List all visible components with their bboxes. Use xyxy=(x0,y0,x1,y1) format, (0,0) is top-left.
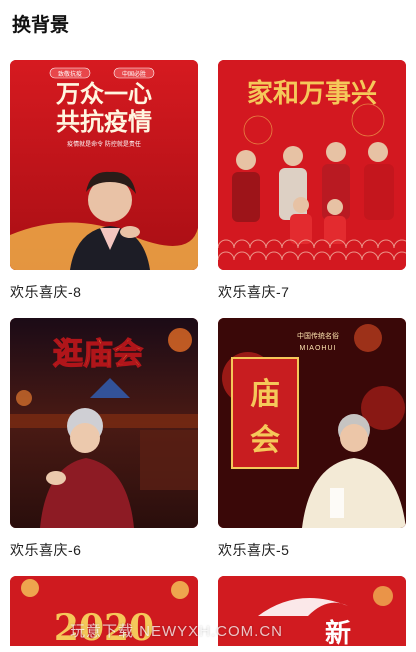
background-card[interactable]: 家和万事兴 欢乐喜庆-7 xyxy=(218,60,406,318)
art-badge: 中国必胜 xyxy=(122,70,146,78)
background-thumbnail[interactable]: 逛庙会 xyxy=(10,318,198,528)
page-title: 换背景 xyxy=(12,15,70,36)
thumbnail-art: 逛庙会 xyxy=(10,318,198,528)
art-subtitle: 疫情就是命令 防控就是责任 xyxy=(67,140,141,148)
background-grid: 致敬抗疫 中国必胜 万众一心 共抗疫情 疫情就是命令 防控就是责任 欢乐喜庆-8 xyxy=(10,60,406,646)
art-subtitle: MIAOHUI xyxy=(300,345,337,352)
art-title: 万众一心 xyxy=(56,81,152,108)
card-label: 欢乐喜庆-7 xyxy=(218,284,290,300)
watermark: 玩意下载 NEWYXH.COM.CN xyxy=(70,623,284,640)
art-title: 家和万事兴 xyxy=(247,78,377,109)
thumbnail-art: 致敬抗疫 中国必胜 万众一心 共抗疫情 疫情就是命令 防控就是责任 xyxy=(10,60,198,270)
art-title: 会 xyxy=(250,423,280,458)
art-title: 新 xyxy=(325,618,351,646)
art-badge: 致敬抗疫 xyxy=(58,70,82,78)
art-title: 庙 xyxy=(250,377,280,412)
art-title: 共抗疫情 xyxy=(56,108,152,136)
art-title: 逛庙会 xyxy=(53,337,143,371)
background-thumbnail[interactable]: 家和万事兴 xyxy=(218,60,406,270)
card-label: 欢乐喜庆-5 xyxy=(218,542,290,558)
background-card[interactable]: 致敬抗疫 中国必胜 万众一心 共抗疫情 疫情就是命令 防控就是责任 欢乐喜庆-8 xyxy=(10,60,198,318)
background-thumbnail[interactable]: 中国传统名俗 MIAOHUI 庙 会 xyxy=(218,318,406,528)
background-card[interactable]: 逛庙会 欢乐喜庆-6 xyxy=(10,318,198,576)
thumbnail-art: 中国传统名俗 MIAOHUI 庙 会 xyxy=(218,318,406,528)
art-subtitle: 中国传统名俗 xyxy=(297,331,339,340)
card-label: 欢乐喜庆-8 xyxy=(10,284,82,300)
background-thumbnail[interactable]: 致敬抗疫 中国必胜 万众一心 共抗疫情 疫情就是命令 防控就是责任 xyxy=(10,60,198,270)
thumbnail-art: 家和万事兴 xyxy=(218,60,406,270)
card-label: 欢乐喜庆-6 xyxy=(10,542,82,558)
background-card[interactable]: 中国传统名俗 MIAOHUI 庙 会 欢乐喜庆-5 xyxy=(218,318,406,576)
